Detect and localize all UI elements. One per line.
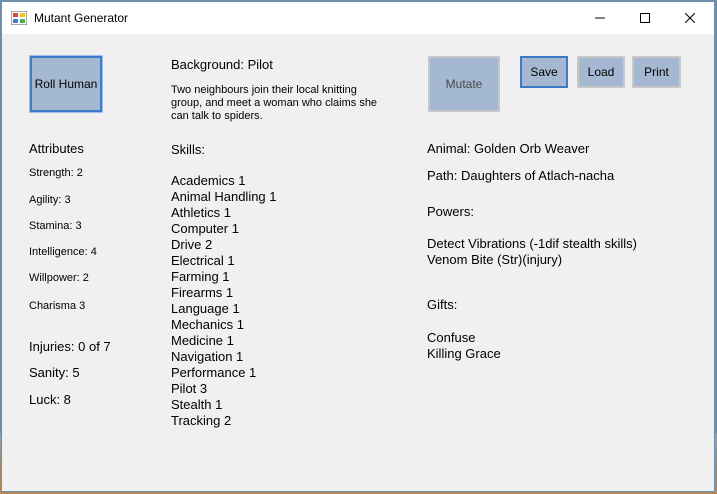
minimize-button[interactable] <box>577 2 623 34</box>
list-item: Medicine 1 <box>171 333 234 348</box>
list-item: Performance 1 <box>171 365 257 380</box>
path-label: Path: Daughters of Atlach-nacha <box>427 168 615 183</box>
background-description: Two neighbours join their local knitting… <box>171 84 378 122</box>
mutate-button[interactable]: Mutate <box>428 56 500 112</box>
list-item: Firearms 1 <box>171 285 234 300</box>
list-item: Athletics 1 <box>171 205 231 220</box>
title-bar[interactable]: Mutant Generator <box>2 2 714 34</box>
list-item: Farming 1 <box>171 269 230 284</box>
sanity-label: Sanity: 5 <box>29 365 80 380</box>
gifts-heading: Gifts: <box>427 297 458 312</box>
print-button[interactable]: Print <box>632 56 681 88</box>
list-item: Stealth 1 <box>171 397 223 412</box>
skills-list: Academics 1 Animal Handling 1 Athletics … <box>171 173 277 429</box>
client-area: Roll Human Mutate Save Load Print Backgr… <box>2 34 714 491</box>
maximize-icon <box>640 13 650 23</box>
gifts-list: Confuse Killing Grace <box>427 330 501 362</box>
list-item: Computer 1 <box>171 221 239 236</box>
list-item: Navigation 1 <box>171 349 244 364</box>
list-item: Academics 1 <box>171 173 246 188</box>
list-item: Venom Bite (Str)(injury) <box>427 252 563 267</box>
list-item: Animal Handling 1 <box>171 189 277 204</box>
background-title: Background: Pilot <box>171 57 273 72</box>
list-item: Language 1 <box>171 301 240 316</box>
load-button[interactable]: Load <box>577 56 625 88</box>
window-title: Mutant Generator <box>34 11 129 25</box>
list-item: Mechanics 1 <box>171 317 244 332</box>
attribute-willpower: Willpower: 2 <box>29 272 89 284</box>
injuries-label: Injuries: 0 of 7 <box>29 339 111 354</box>
close-icon <box>685 13 695 23</box>
maximize-button[interactable] <box>622 2 668 34</box>
luck-label: Luck: 8 <box>29 392 71 407</box>
list-item: Drive 2 <box>171 237 213 252</box>
powers-heading: Powers: <box>427 204 474 219</box>
attribute-stamina: Stamina: 3 <box>29 220 82 232</box>
app-window: Mutant Generator Roll Human Mutate Save … <box>1 1 715 492</box>
save-button[interactable]: Save <box>520 56 568 88</box>
attributes-heading: Attributes <box>29 141 84 156</box>
powers-list: Detect Vibrations (-1dif stealth skills)… <box>427 236 637 268</box>
list-item: Electrical 1 <box>171 253 235 268</box>
list-item: Pilot 3 <box>171 381 208 396</box>
skills-heading: Skills: <box>171 142 205 157</box>
attribute-intelligence: Intelligence: 4 <box>29 246 97 258</box>
list-item: Tracking 2 <box>171 413 232 428</box>
attribute-charisma: Charisma 3 <box>29 300 86 312</box>
list-item: Confuse <box>427 330 476 345</box>
close-button[interactable] <box>667 2 713 34</box>
roll-human-button[interactable]: Roll Human <box>29 55 103 113</box>
app-icon <box>11 11 27 25</box>
attribute-agility: Agility: 3 <box>29 194 71 206</box>
list-item: Killing Grace <box>427 346 501 361</box>
list-item: Detect Vibrations (-1dif stealth skills) <box>427 236 638 251</box>
attribute-strength: Strength: 2 <box>29 167 83 179</box>
minimize-icon <box>595 17 605 19</box>
animal-label: Animal: Golden Orb Weaver <box>427 141 590 156</box>
